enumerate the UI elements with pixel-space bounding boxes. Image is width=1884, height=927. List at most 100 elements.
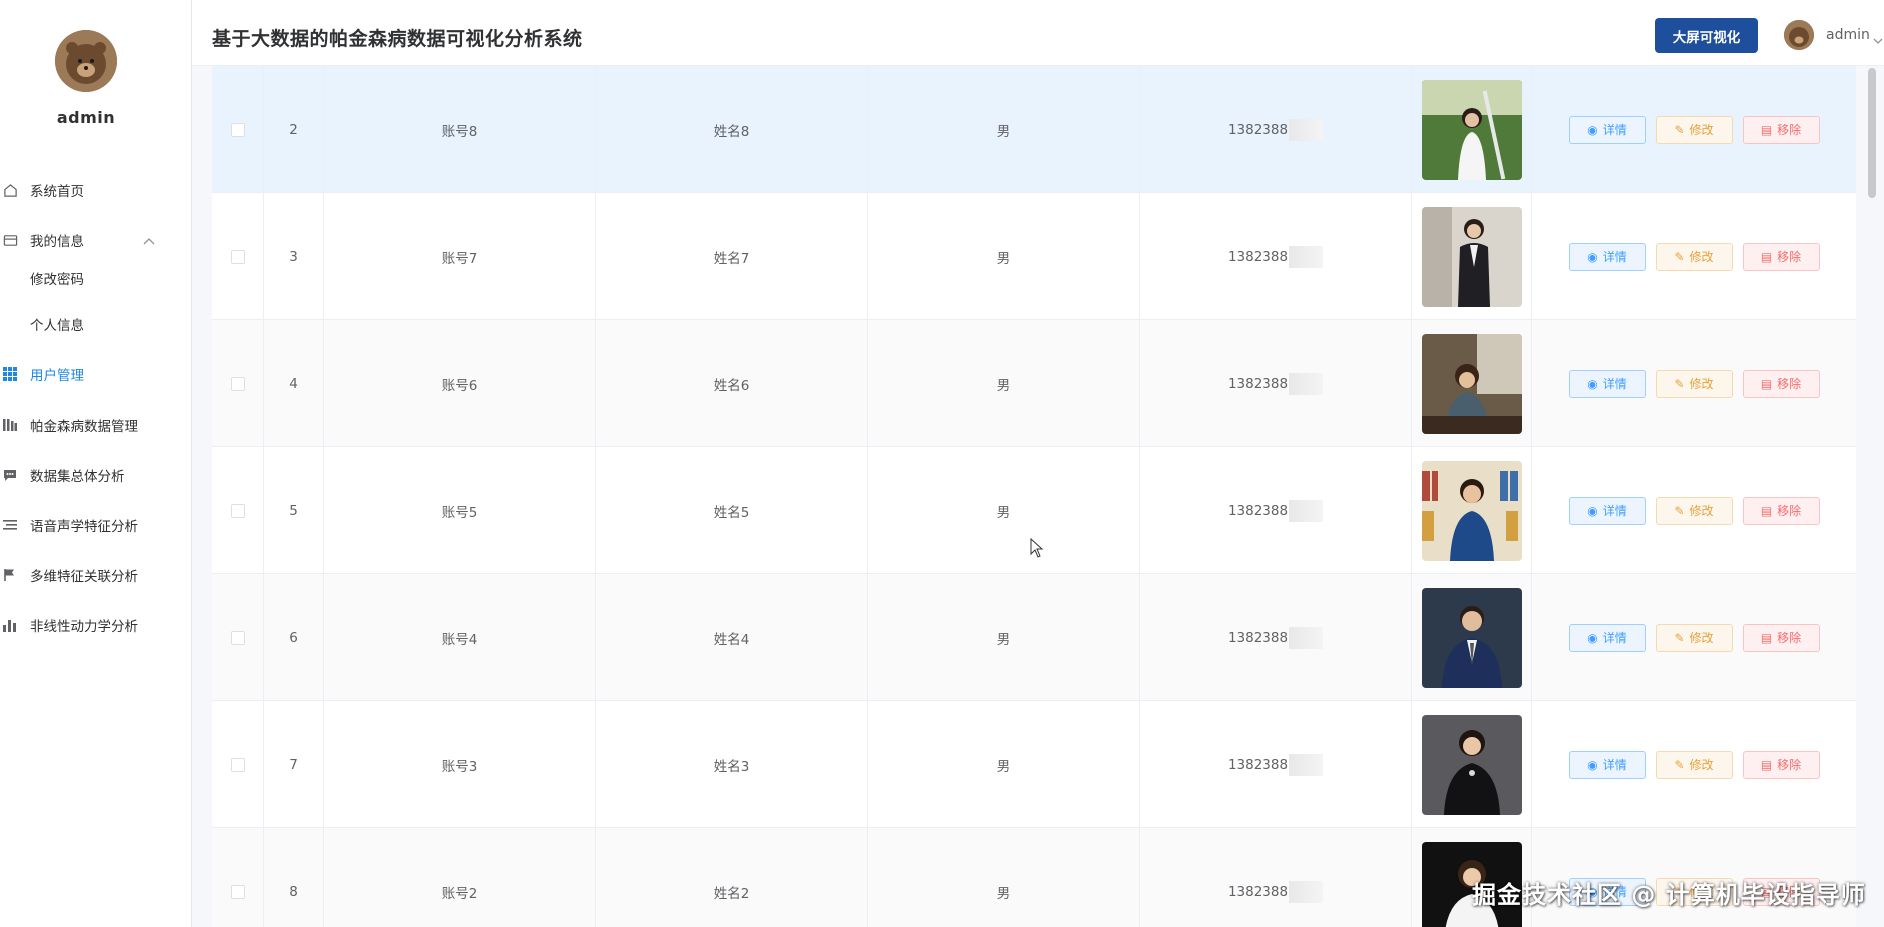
table-row[interactable]: 6 账号4 姓名4 男 1382388 ◉ 详情 ✎ 修改 ▤ 移除 [212, 574, 1856, 701]
chevron-up-icon [142, 234, 156, 250]
edit-button[interactable]: ✎ 修改 [1655, 115, 1733, 144]
actions-cell: ◉ 详情 ✎ 修改 ▤ 移除 [1532, 66, 1856, 193]
gender-cell: 男 [868, 828, 1140, 927]
row-checkbox[interactable] [230, 630, 245, 645]
phone-mask [1289, 626, 1324, 649]
photo-cell [1412, 193, 1532, 320]
select-cell [212, 320, 264, 447]
phone-cell: 1382388 [1140, 193, 1412, 320]
chevron-down-icon[interactable] [1873, 30, 1883, 49]
photo-cell [1412, 320, 1532, 447]
phone-cell: 1382388 [1140, 320, 1412, 447]
row-checkbox[interactable] [230, 376, 245, 391]
grid-icon [2, 366, 18, 382]
phone-cell: 1382388 [1140, 701, 1412, 828]
row-checkbox[interactable] [230, 884, 245, 899]
delete-label: 移除 [1777, 250, 1802, 264]
detail-button[interactable]: ◉ 详情 [1568, 623, 1646, 652]
gender-cell: 男 [868, 701, 1140, 828]
user-table: 2 账号8 姓名8 男 1382388 ◉ 详情 ✎ 修改 ▤ 移除 3 账号7 姓名… [212, 66, 1856, 927]
table-row[interactable]: 2 账号8 姓名8 男 1382388 ◉ 详情 ✎ 修改 ▤ 移除 [212, 66, 1856, 193]
menu-item-voice-feature-analysis[interactable]: 语音声学特征分析 [0, 507, 190, 543]
delete-label: 移除 [1777, 504, 1802, 518]
delete-button[interactable]: ▤ 移除 [1742, 115, 1820, 144]
name-cell: 姓名4 [596, 574, 868, 701]
name-cell: 姓名7 [596, 193, 868, 320]
edit-button[interactable]: ✎ 修改 [1655, 623, 1733, 652]
account-cell: 账号7 [324, 193, 596, 320]
row-checkbox[interactable] [230, 122, 245, 137]
actions-cell: ◉ 详情 ✎ 修改 ▤ 移除 [1532, 574, 1856, 701]
user-photo[interactable] [1421, 333, 1522, 434]
phone-mask [1289, 880, 1324, 903]
menu-item-parkinson-data[interactable]: 帕金森病数据管理 [0, 407, 190, 443]
menu-item-my-info[interactable]: 我的信息 [0, 222, 190, 258]
edit-button[interactable]: ✎ 修改 [1655, 750, 1733, 779]
detail-button[interactable]: ◉ 详情 [1568, 750, 1646, 779]
select-cell [212, 66, 264, 193]
edit-label: 修改 [1689, 758, 1714, 772]
phone-mask [1289, 245, 1324, 268]
menu-item-home[interactable]: 系统首页 [0, 172, 190, 208]
delete-label: 移除 [1777, 377, 1802, 391]
table-row[interactable]: 4 账号6 姓名6 男 1382388 ◉ 详情 ✎ 修改 ▤ 移除 [212, 320, 1856, 447]
account-cell: 账号4 [324, 574, 596, 701]
delete-button[interactable]: ▤ 移除 [1742, 496, 1820, 525]
menu-item-change-password[interactable]: 修改密码 [0, 260, 190, 296]
menu-item-personal-info[interactable]: 个人信息 [0, 306, 190, 342]
select-cell [212, 574, 264, 701]
row-checkbox[interactable] [230, 249, 245, 264]
user-photo[interactable] [1421, 714, 1522, 815]
bigscreen-button[interactable]: 大屏可视化 [1655, 18, 1758, 53]
phone-cell: 1382388 [1140, 447, 1412, 574]
photo-cell [1412, 701, 1532, 828]
header-username[interactable]: admin [1826, 27, 1870, 43]
edit-button[interactable]: ✎ 修改 [1655, 242, 1733, 271]
menu-label: 语音声学特征分析 [30, 519, 138, 535]
user-photo[interactable] [1421, 79, 1522, 180]
row-checkbox[interactable] [230, 757, 245, 772]
delete-button[interactable]: ▤ 移除 [1742, 242, 1820, 271]
menu-label: 我的信息 [30, 234, 84, 250]
table-row[interactable]: 7 账号3 姓名3 男 1382388 ◉ 详情 ✎ 修改 ▤ 移除 [212, 701, 1856, 828]
scrollbar-thumb[interactable] [1868, 68, 1876, 198]
phone-mask [1289, 499, 1324, 522]
home-icon [2, 182, 18, 198]
table-row[interactable]: 3 账号7 姓名7 男 1382388 ◉ 详情 ✎ 修改 ▤ 移除 [212, 193, 1856, 320]
eye-icon: ◉ [1587, 503, 1598, 518]
menu-item-user-management[interactable]: 用户管理 [0, 356, 190, 392]
detail-button[interactable]: ◉ 详情 [1568, 369, 1646, 398]
trash-icon: ▤ [1760, 503, 1773, 518]
delete-button[interactable]: ▤ 移除 [1742, 623, 1820, 652]
edit-icon: ✎ [1674, 376, 1685, 391]
edit-button[interactable]: ✎ 修改 [1655, 369, 1733, 398]
header-avatar[interactable] [1784, 20, 1814, 50]
app-title: 基于大数据的帕金森病数据可视化分析系统 [212, 28, 583, 50]
detail-button[interactable]: ◉ 详情 [1568, 496, 1646, 525]
actions-cell: ◉ 详情 ✎ 修改 ▤ 移除 [1532, 447, 1856, 574]
account-cell: 账号8 [324, 66, 596, 193]
phone-cell: 1382388 [1140, 828, 1412, 927]
phone-text: 1382388 [1227, 883, 1289, 900]
menu-item-nonlinear-analysis[interactable]: 非线性动力学分析 [0, 607, 190, 643]
detail-label: 详情 [1602, 123, 1627, 137]
trash-icon: ▤ [1760, 249, 1773, 264]
card-icon [2, 232, 18, 248]
user-photo[interactable] [1421, 460, 1522, 561]
delete-button[interactable]: ▤ 移除 [1742, 750, 1820, 779]
detail-button[interactable]: ◉ 详情 [1568, 242, 1646, 271]
vertical-scrollbar[interactable] [1866, 66, 1878, 927]
menu-label: 修改密码 [30, 272, 84, 288]
user-photo[interactable] [1421, 206, 1522, 307]
menu-item-dataset-analysis[interactable]: 数据集总体分析 [0, 457, 190, 493]
sidebar-avatar[interactable] [55, 30, 117, 92]
gender-cell: 男 [868, 574, 1140, 701]
edit-label: 修改 [1689, 250, 1714, 264]
delete-button[interactable]: ▤ 移除 [1742, 369, 1820, 398]
row-checkbox[interactable] [230, 503, 245, 518]
phone-text: 1382388 [1227, 502, 1289, 519]
detail-button[interactable]: ◉ 详情 [1568, 115, 1646, 144]
edit-button[interactable]: ✎ 修改 [1655, 496, 1733, 525]
user-photo[interactable] [1421, 587, 1522, 688]
menu-item-multi-feature-analysis[interactable]: 多维特征关联分析 [0, 557, 190, 593]
